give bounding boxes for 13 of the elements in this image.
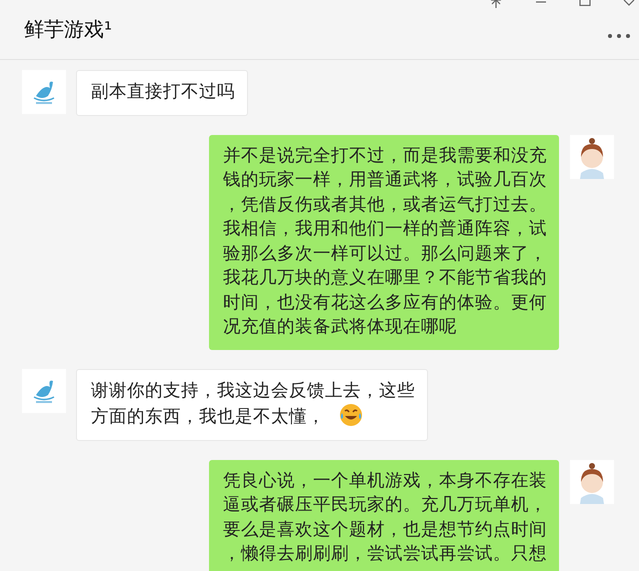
avatar[interactable]: [22, 368, 66, 412]
avatar[interactable]: [22, 70, 66, 114]
avatar[interactable]: [570, 460, 614, 504]
message-text: 并不是说完全打不过，而是我需要和没充 钱的玩家一样，用普通武将，试验几百次 ，凭借反伤或者其他，或者运气打过去。 我相信，我用和他们一样的普通阵容，试 验那么多次一样可以过。那么问题来了， 我花几万块的意义在哪里？不能节省我的 时间，也没有花这么多应有的体验。更何 况充值的装备武将体现在哪呢: [223, 144, 547, 339]
message-text: 谢谢你的支持，我这边会反馈上去，这些 方面的东西，我也是不太懂，: [91, 380, 415, 429]
maximize-icon[interactable]: [579, 0, 591, 6]
message-text: 副本直接打不过吗: [91, 81, 235, 104]
avatar[interactable]: [570, 134, 614, 178]
message-text: 凭良心说，一个单机游戏，本身不存在装 逼或者碾压平民玩家的。充几万玩单机， 要么是喜欢这个题材，也是想节约点时间 ，懒得去刷刷刷，尝试尝试再尝试。只想: [223, 470, 547, 566]
minimize-icon[interactable]: [535, 0, 547, 4]
more-icon[interactable]: [607, 33, 631, 39]
chat-title: 鲜芋游戏¹: [24, 16, 112, 43]
pin-icon[interactable]: [489, 0, 503, 8]
